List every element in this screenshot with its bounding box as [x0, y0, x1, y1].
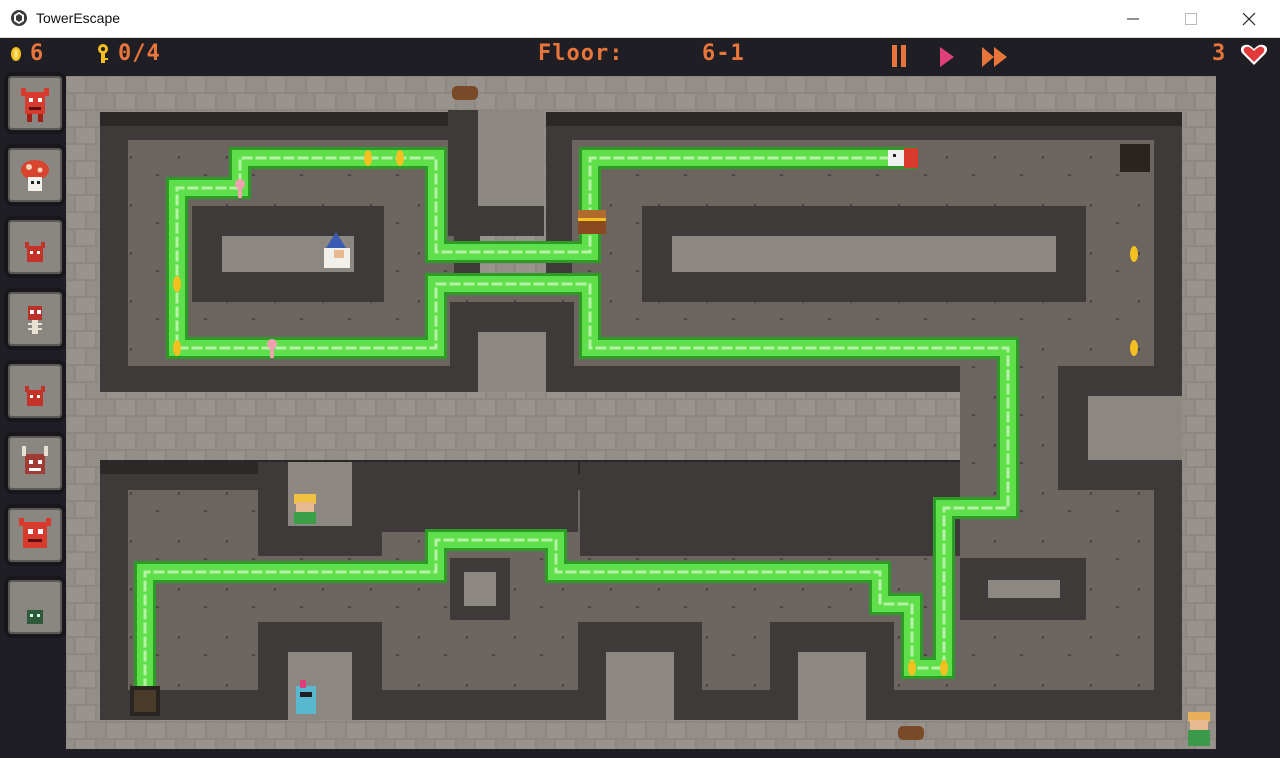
unit-slot-small-imp[interactable]	[4, 216, 66, 278]
floor-value: 6-1	[702, 41, 745, 66]
stairs-door	[1120, 144, 1150, 172]
mushroom-icon	[21, 160, 49, 191]
key-icon	[98, 44, 108, 63]
heart-icon	[1240, 44, 1268, 65]
unit-slot-green-zombie[interactable]	[4, 576, 66, 638]
unit-slot-small-imp-2[interactable]	[4, 360, 66, 422]
small-imp-icon	[25, 242, 45, 262]
unit-sidebar	[0, 70, 70, 650]
minimize-icon	[1127, 18, 1139, 20]
red-devil-icon-2	[19, 518, 51, 548]
maximize-icon	[1185, 13, 1197, 25]
maximize-button[interactable]	[1162, 0, 1220, 37]
unit-slot-red-devil[interactable]	[4, 72, 66, 134]
hud-bar: 6 0/4 Floor: 6-1 3	[0, 38, 1280, 74]
game-board	[66, 76, 1216, 749]
app-icon	[11, 10, 27, 26]
minimize-button[interactable]	[1104, 0, 1162, 37]
red-worm-enemy	[888, 148, 918, 168]
floor-label: Floor:	[538, 41, 624, 66]
right-margin	[1216, 74, 1280, 758]
player-hero	[1188, 712, 1210, 746]
red-devil-icon	[21, 88, 49, 122]
play-button[interactable]	[938, 46, 956, 68]
close-icon	[1242, 12, 1256, 26]
exit-trapdoor	[130, 686, 160, 716]
unit-slot-horned-demon[interactable]	[4, 432, 66, 494]
pause-button[interactable]	[890, 44, 908, 68]
unit-slot-red-devil-2[interactable]	[4, 504, 66, 566]
window-titlebar: TowerEscape	[0, 0, 1280, 38]
horned-demon-icon	[22, 446, 48, 474]
coin-count: 6	[30, 41, 45, 66]
treasure-chest	[578, 210, 606, 234]
coin-icon	[11, 47, 21, 61]
fast-forward-button[interactable]	[980, 46, 1010, 68]
unit-slot-mushroom[interactable]	[4, 144, 66, 206]
green-zombie-icon	[27, 610, 43, 624]
window-title: TowerEscape	[36, 10, 121, 26]
lives-count: 3	[1212, 41, 1227, 66]
key-count: 0/4	[118, 41, 161, 66]
elf-archer-unit	[294, 494, 316, 524]
small-imp-icon-2	[25, 386, 45, 406]
skeleton-icon	[28, 306, 42, 334]
unit-slot-skeleton[interactable]	[4, 288, 66, 350]
close-button[interactable]	[1220, 0, 1278, 37]
